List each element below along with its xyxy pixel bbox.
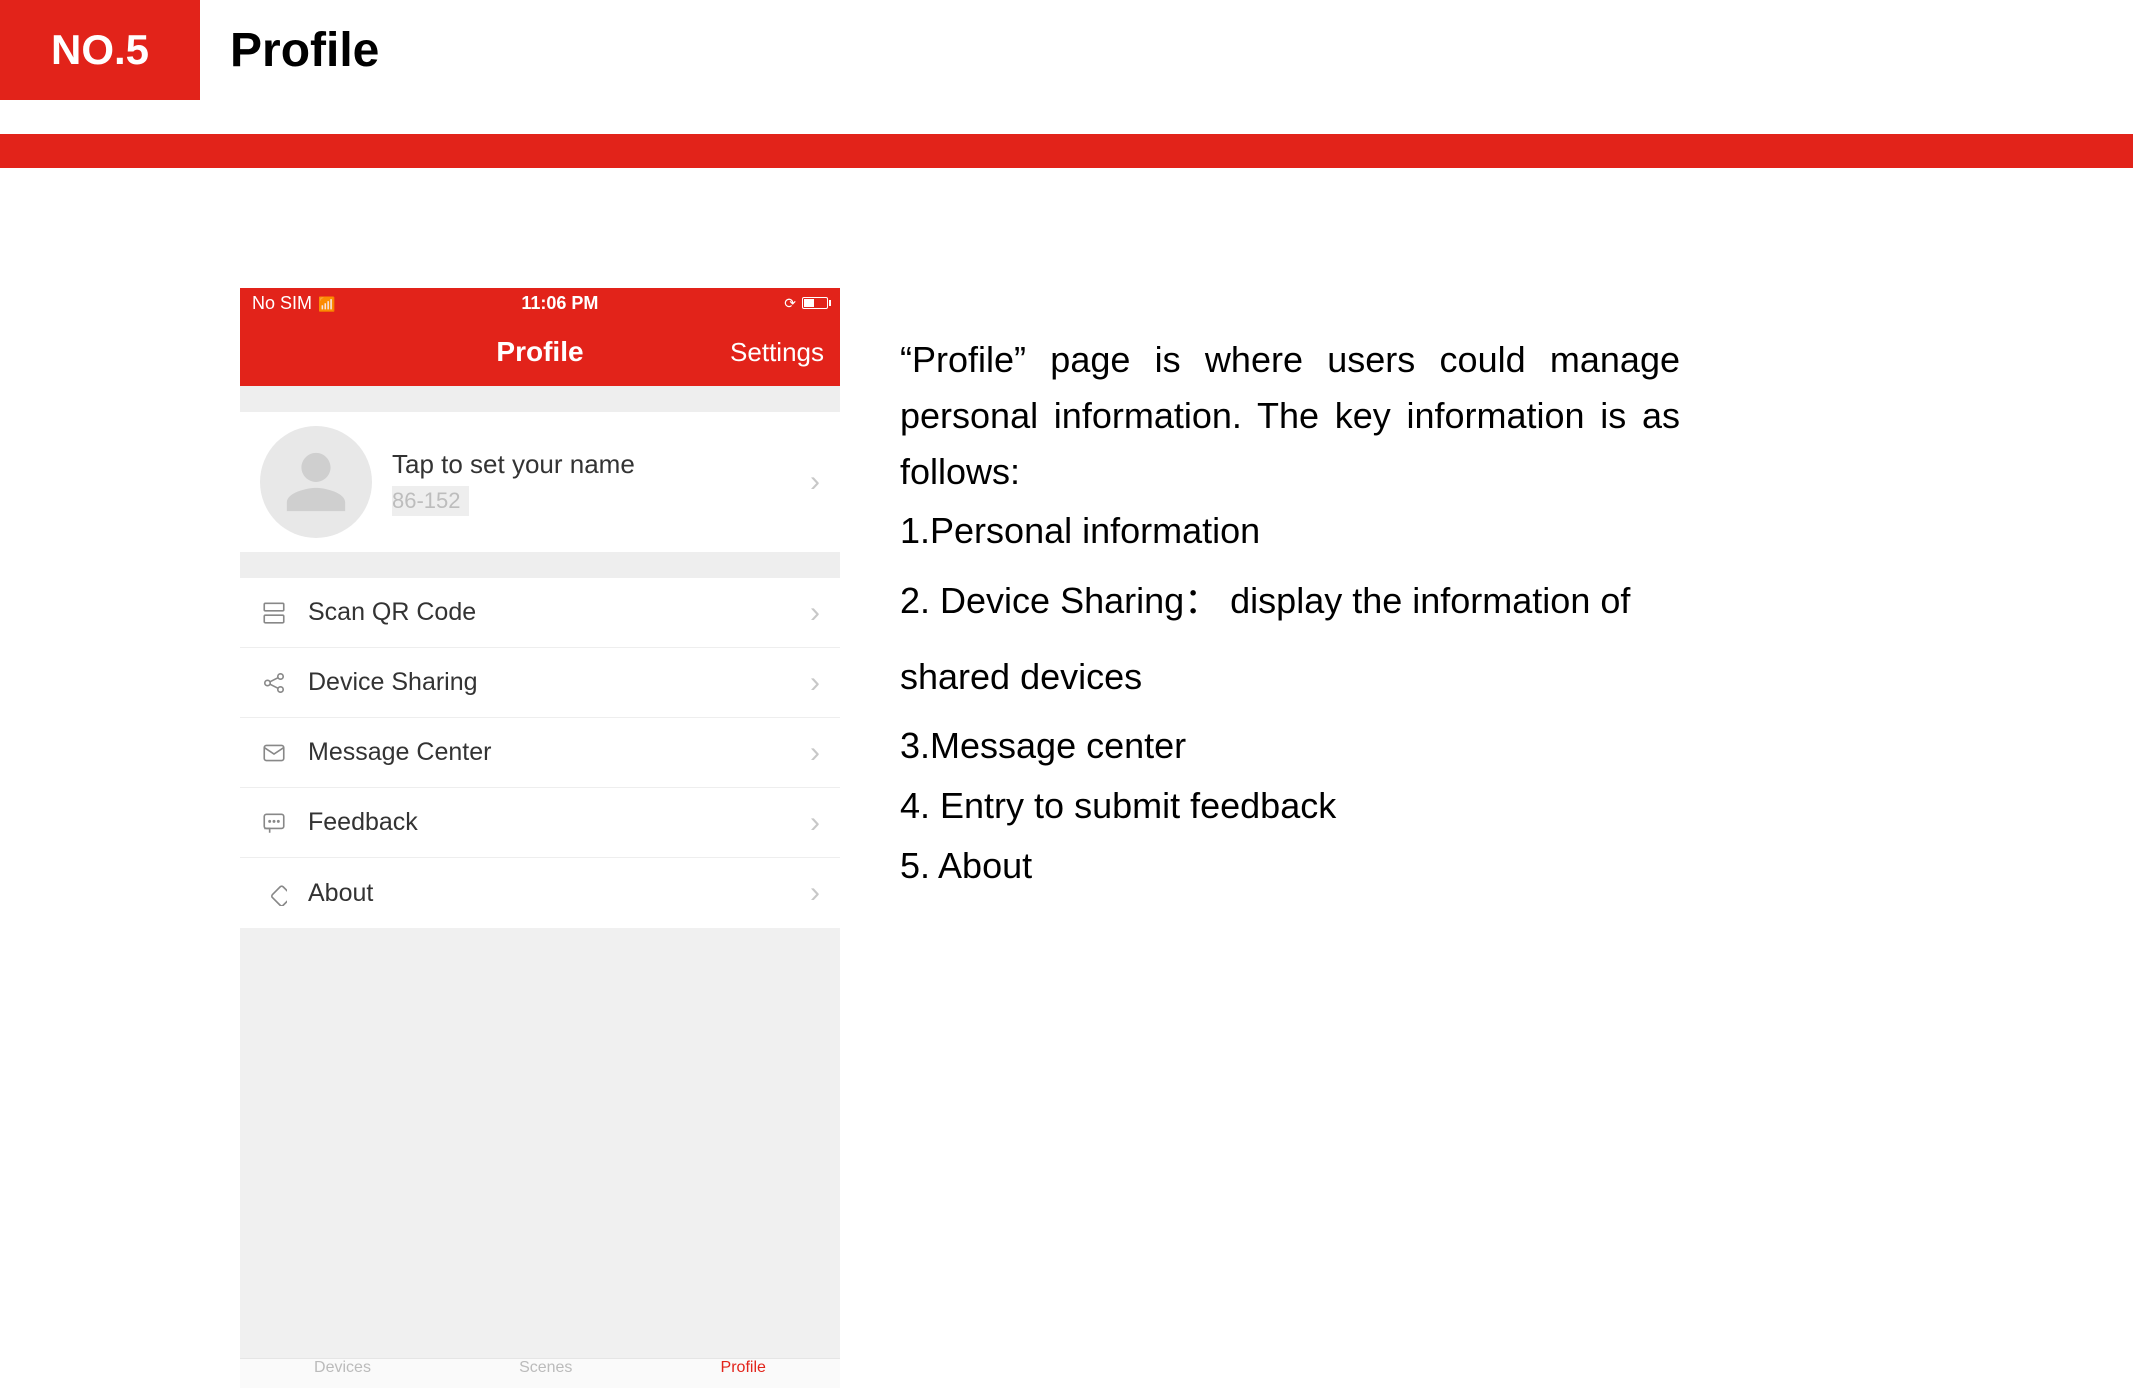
orientation-lock-icon: ⟳ — [784, 295, 796, 312]
doc-header: NO.5 Profile — [0, 0, 2133, 100]
settings-button[interactable]: Settings — [730, 337, 824, 368]
status-bar: No SIM 11:06 PM ⟳ — [240, 288, 840, 318]
chevron-right-icon: › — [810, 465, 820, 499]
nav-bar: Profile Settings — [240, 318, 840, 386]
feedback-icon — [260, 810, 288, 836]
tab-scenes[interactable]: Scenes — [519, 1359, 572, 1377]
menu-item-feedback[interactable]: Feedback › — [240, 788, 840, 858]
menu-label: About — [308, 879, 790, 908]
menu-item-about[interactable]: About › — [240, 858, 840, 928]
menu-label: Feedback — [308, 808, 790, 837]
about-icon — [260, 880, 288, 906]
menu-label: Message Center — [308, 738, 790, 767]
chevron-right-icon: › — [810, 736, 820, 770]
section-gap — [240, 386, 840, 412]
settings-list: Scan QR Code › Device Sharing › Message … — [240, 578, 840, 928]
phone-mockup: No SIM 11:06 PM ⟳ Profile Settings Tap t… — [240, 288, 840, 1388]
intro-text: “Profile” page is where users could mana… — [900, 332, 1680, 499]
nav-title: Profile — [496, 336, 583, 368]
menu-label: Device Sharing — [308, 668, 790, 697]
menu-item-message-center[interactable]: Message Center › — [240, 718, 840, 788]
chevron-right-icon: › — [810, 876, 820, 910]
profile-phone-number: 86-152 — [392, 486, 469, 516]
chevron-right-icon: › — [810, 806, 820, 840]
tab-profile[interactable]: Profile — [721, 1359, 766, 1377]
menu-item-scan-qr[interactable]: Scan QR Code › — [240, 578, 840, 648]
desc-item: 2. Device Sharing： display the informati… — [900, 563, 1680, 714]
section-number-badge: NO.5 — [0, 0, 200, 100]
person-icon — [281, 447, 351, 517]
menu-item-device-sharing[interactable]: Device Sharing › — [240, 648, 840, 718]
clock-label: 11:06 PM — [521, 293, 598, 314]
profile-card[interactable]: Tap to set your name 86-152 › — [240, 412, 840, 552]
carrier-label: No SIM — [252, 293, 312, 314]
desc-item: 1.Personal information — [900, 503, 1680, 559]
wifi-icon — [318, 293, 335, 314]
avatar — [260, 426, 372, 538]
battery-icon — [802, 297, 828, 309]
chevron-right-icon: › — [810, 596, 820, 630]
profile-name-prompt: Tap to set your name — [392, 449, 790, 480]
desc-item: 3.Message center — [900, 718, 1680, 774]
bottom-tab-bar: Devices Scenes Profile — [240, 1358, 840, 1388]
horizontal-accent-bar — [0, 134, 2133, 168]
description-block: “Profile” page is where users could mana… — [900, 288, 1680, 1388]
desc-item: 4. Entry to submit feedback — [900, 778, 1680, 834]
qr-icon — [260, 600, 288, 626]
content-area: No SIM 11:06 PM ⟳ Profile Settings Tap t… — [0, 168, 2133, 1388]
section-gap — [240, 552, 840, 578]
chevron-right-icon: › — [810, 666, 820, 700]
menu-label: Scan QR Code — [308, 598, 790, 627]
mail-icon — [260, 740, 288, 766]
desc-item: 5. About — [900, 838, 1680, 894]
tab-devices[interactable]: Devices — [314, 1359, 371, 1377]
section-title: Profile — [200, 0, 379, 100]
share-icon — [260, 670, 288, 696]
